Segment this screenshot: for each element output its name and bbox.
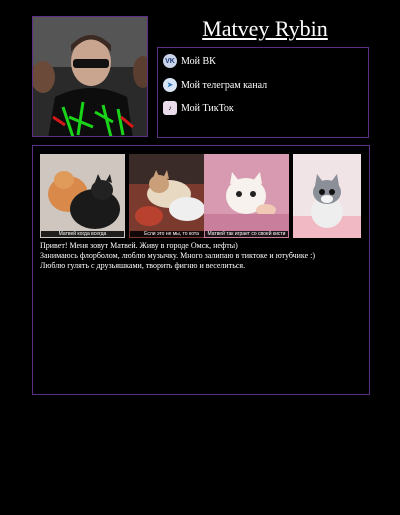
cat-photo-3 [204, 154, 289, 238]
links-panel: VK Мой ВК ➤ Мой телеграм канал ♪ Мой Тик… [157, 47, 369, 138]
bio-line: Люблю гулять с друзьяшками, творить фигн… [40, 261, 246, 270]
avatar-photo [33, 17, 147, 136]
tiktok-link[interactable]: ♪ Мой ТикТок [163, 100, 234, 116]
bio-text: Привет! Меня зовут Матвей. Живу в городе… [40, 241, 365, 271]
vk-link[interactable]: VK Мой ВК [163, 53, 216, 69]
cat-photo-4 [293, 154, 361, 238]
vk-link-label[interactable]: Мой ВК [181, 56, 216, 67]
gallery-photo: Матвей так играет со своей кисти [204, 154, 289, 238]
telegram-link-label[interactable]: Мой телеграм канал [181, 80, 267, 91]
gallery-photo [293, 154, 361, 238]
photo-caption: Если это не мы, то кота [130, 231, 213, 237]
tiktok-link-label[interactable]: Мой ТикТок [181, 103, 234, 114]
gallery-photo: Если это не мы, то кота [129, 154, 214, 238]
bio-line: Занимаюсь флорболом, люблю музычку. Мног… [40, 251, 316, 260]
photo-caption: Матвей когда всегда [41, 231, 124, 237]
cat-photo-1 [40, 154, 125, 238]
bio-line: Привет! Меня зовут Матвей. Живу в городе… [40, 241, 238, 250]
gallery-photo: Матвей когда всегда [40, 154, 125, 238]
content-panel: Матвей когда всегда Если это не мы, то к… [32, 145, 370, 395]
avatar [32, 16, 148, 137]
profile-name: Matvey Rybin [202, 16, 328, 41]
vk-icon: VK [163, 54, 177, 68]
tiktok-icon: ♪ [163, 101, 177, 115]
photo-caption: Матвей так играет со своей кисти [205, 231, 288, 237]
telegram-icon: ➤ [163, 78, 177, 92]
cat-photo-2 [129, 154, 214, 238]
telegram-link[interactable]: ➤ Мой телеграм канал [163, 77, 267, 93]
